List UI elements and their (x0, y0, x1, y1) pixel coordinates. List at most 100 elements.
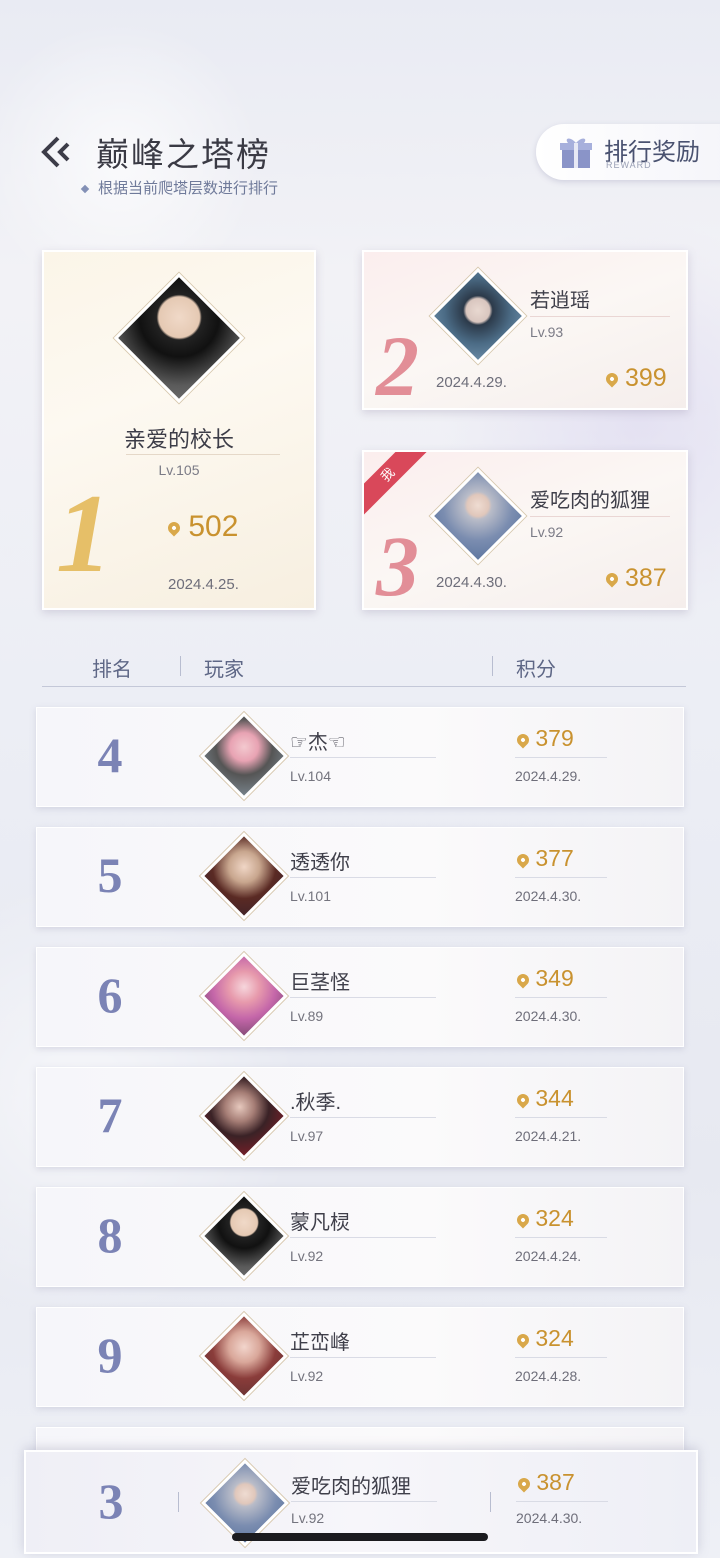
avatar (429, 267, 527, 365)
divider (290, 1357, 436, 1358)
divider (515, 1117, 607, 1118)
record-date: 2024.4.21. (515, 1128, 582, 1144)
divider (530, 316, 670, 317)
record-date: 2024.4.30. (436, 574, 507, 591)
player-level: Lv.92 (290, 1248, 324, 1264)
map-pin-icon (603, 570, 621, 588)
avatar (200, 1312, 288, 1400)
row-rank: 8 (97, 1207, 123, 1263)
player-name: 透透你 (290, 852, 350, 874)
score-value: 387 (624, 564, 667, 592)
column-header-rank: 排名 (92, 659, 132, 681)
row-rank: 6 (97, 967, 123, 1023)
record-date: 2024.4.29. (515, 768, 582, 784)
map-pin-icon (165, 519, 183, 537)
me-badge: 我 (364, 452, 432, 519)
player-score: 379 (514, 725, 574, 752)
record-date: 2024.4.29. (436, 374, 507, 391)
rank-1-numeral: 1 (56, 472, 112, 596)
map-pin-icon (514, 971, 532, 989)
score-value: 349 (535, 965, 574, 991)
player-score: 387 (603, 564, 667, 593)
player-level: Lv.92 (291, 1510, 325, 1526)
table-row[interactable]: 8 蒙凡棂 Lv.92 324 2024.4.24. (36, 1187, 684, 1287)
map-pin-icon (514, 851, 532, 869)
player-name: ☞杰☜ (290, 732, 346, 754)
map-pin-icon (514, 1211, 532, 1229)
row-rank: 4 (97, 727, 123, 783)
rank-2-card[interactable]: 2 若逍瑶 Lv.93 2024.4.29. 399 (362, 250, 688, 410)
map-pin-icon (603, 370, 621, 388)
avatar (200, 832, 288, 920)
row-rank: 5 (97, 847, 123, 903)
player-name: 亲爱的校长 (123, 427, 234, 452)
row-rank: 9 (97, 1327, 123, 1383)
player-score: 324 (514, 1205, 574, 1232)
back-arrow-icon (41, 136, 70, 168)
score-value: 344 (535, 1085, 574, 1111)
column-header-player: 玩家 (204, 659, 244, 681)
column-divider (492, 656, 493, 676)
table-row[interactable]: 9 芷峦峰 Lv.92 324 2024.4.28. (36, 1307, 684, 1407)
divider (515, 1237, 607, 1238)
ranking-reward-button[interactable]: 排行奖励 REWARD (536, 124, 720, 180)
score-value: 379 (535, 725, 574, 751)
divider (290, 1237, 436, 1238)
player-level: Lv.104 (290, 768, 331, 784)
divider (515, 1357, 607, 1358)
row-rank: 7 (97, 1087, 123, 1143)
score-value: 377 (535, 845, 574, 871)
list-header: 排名 玩家 积分 (42, 648, 686, 687)
table-row[interactable]: 7 .秋季. Lv.97 344 2024.4.21. (36, 1067, 684, 1167)
record-date: 2024.4.30. (515, 888, 582, 904)
table-row[interactable]: 4 ☞杰☜ Lv.104 379 2024.4.29. (36, 707, 684, 807)
table-row[interactable]: 5 透透你 Lv.101 377 2024.4.30. (36, 827, 684, 927)
player-score: 377 (514, 845, 574, 872)
back-button[interactable] (38, 134, 78, 170)
divider (290, 877, 436, 878)
player-level: Lv.89 (290, 1008, 324, 1024)
record-date: 2024.4.30. (515, 1008, 582, 1024)
score-value: 324 (535, 1325, 574, 1351)
player-score: 349 (514, 965, 574, 992)
home-indicator[interactable] (232, 1533, 488, 1541)
player-score: 502 (165, 510, 238, 544)
avatar (200, 952, 288, 1040)
player-name: 若逍瑶 (530, 290, 590, 312)
rank-3-card[interactable]: 我 3 爱吃肉的狐狸 Lv.92 2024.4.30. 387 (362, 450, 688, 610)
player-score: 344 (514, 1085, 574, 1112)
player-level: Lv.92 (530, 524, 564, 540)
reward-sub-label: REWARD (606, 160, 652, 170)
table-row[interactable]: 6 巨茎怪 Lv.89 349 2024.4.30. (36, 947, 684, 1047)
page-title: 巅峰之塔榜 (96, 136, 271, 173)
column-divider (178, 1492, 179, 1512)
column-divider (490, 1492, 491, 1512)
record-date: 2024.4.28. (515, 1368, 582, 1384)
player-level: Lv.93 (530, 324, 564, 340)
divider (290, 757, 436, 758)
avatar (113, 272, 245, 404)
avatar (429, 467, 527, 565)
divider (515, 757, 607, 758)
record-date: 2024.4.30. (516, 1510, 583, 1526)
avatar (200, 712, 288, 800)
gift-icon (560, 138, 592, 168)
map-pin-icon (514, 1091, 532, 1109)
score-value: 387 (536, 1469, 575, 1495)
divider (516, 1501, 608, 1502)
map-pin-icon (515, 1475, 533, 1493)
column-header-score: 积分 (516, 659, 556, 681)
player-name: 蒙凡棂 (290, 1212, 350, 1234)
divider (290, 997, 436, 998)
player-name: 巨茎怪 (290, 972, 350, 994)
player-score: 399 (603, 364, 667, 393)
divider (290, 1117, 436, 1118)
player-name: .秋季. (290, 1092, 342, 1114)
divider (515, 877, 607, 878)
divider (530, 516, 670, 517)
divider (515, 997, 607, 998)
record-date: 2024.4.24. (515, 1248, 582, 1264)
player-level: Lv.101 (290, 888, 331, 904)
map-pin-icon (514, 731, 532, 749)
avatar (200, 1072, 288, 1160)
